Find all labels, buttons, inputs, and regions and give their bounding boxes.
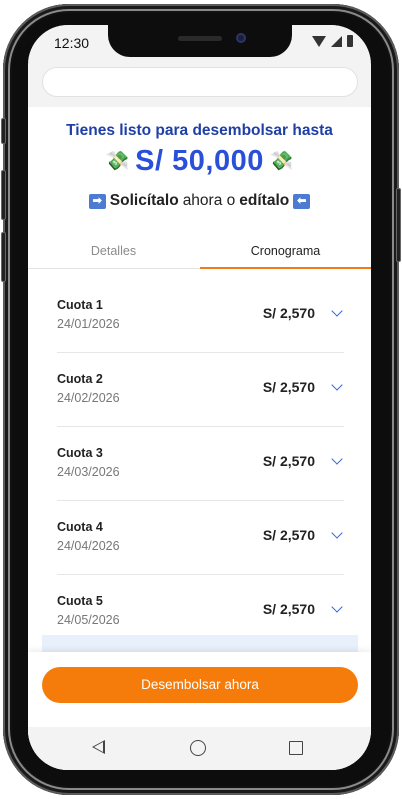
home-icon[interactable]: [190, 740, 206, 756]
speaker: [178, 36, 222, 41]
arrow-right-icon: ➡: [88, 193, 106, 209]
battery-icon: [347, 35, 353, 47]
hero-title: Tienes listo para desembolsar hasta: [66, 122, 333, 139]
chevron-down-icon[interactable]: [331, 527, 343, 539]
quota-name: Cuota 1: [57, 298, 103, 312]
edit-link-text: edítalo: [239, 192, 290, 209]
side-button-volume-down: [1, 232, 6, 282]
disburse-now-button[interactable]: Desembolsar ahora: [42, 667, 358, 703]
front-camera: [236, 33, 246, 43]
hero-subtitle: ➡ Solicítalo ahora o edítalo ⬅: [28, 192, 371, 210]
list-item[interactable]: Cuota 4 24/04/2026 S/ 2,570: [57, 501, 344, 575]
bottom-action-bar: Desembolsar ahora: [28, 652, 371, 727]
loan-amount: S/ 50,000: [135, 145, 264, 177]
quota-date: 24/04/2026: [57, 539, 120, 553]
quota-date: 24/01/2026: [57, 317, 120, 331]
main-content: Tienes listo para desembolsar hasta 💸 S/…: [28, 107, 371, 770]
address-bar[interactable]: [42, 67, 358, 97]
money-wings-icon: 💸: [105, 151, 130, 172]
chevron-down-icon[interactable]: [331, 379, 343, 391]
request-link-text: Solicítalo: [109, 192, 179, 209]
money-wings-icon: 💸: [269, 151, 294, 172]
list-item[interactable]: Cuota 1 24/01/2026 S/ 2,570: [57, 279, 344, 353]
quota-amount: S/ 2,570: [262, 527, 315, 543]
chevron-down-icon[interactable]: [331, 305, 343, 317]
back-icon[interactable]: [92, 740, 105, 754]
list-item[interactable]: Cuota 3 24/03/2026 S/ 2,570: [57, 427, 344, 501]
arrow-left-icon: ⬅: [293, 193, 311, 209]
quota-name: Cuota 3: [57, 446, 103, 460]
quota-amount: S/ 2,570: [262, 305, 315, 321]
quota-name: Cuota 2: [57, 372, 103, 386]
status-time: 12:30: [54, 35, 90, 51]
quota-date: 24/03/2026: [57, 465, 120, 479]
quota-date: 24/02/2026: [57, 391, 120, 405]
quota-date: 24/05/2026: [57, 613, 120, 627]
chevron-down-icon[interactable]: [331, 453, 343, 465]
schedule-list: Cuota 1 24/01/2026 S/ 2,570 Cuota 2 24/0…: [57, 279, 344, 649]
tab-bar: Detalles Cronograma: [28, 231, 371, 269]
status-icons: [312, 35, 353, 47]
hero-amount-row: 💸 S/ 50,000 💸: [28, 145, 371, 178]
quota-name: Cuota 4: [57, 520, 103, 534]
list-item[interactable]: Cuota 2 24/02/2026 S/ 2,570: [57, 353, 344, 427]
android-nav-bar: [28, 727, 371, 770]
side-button-silent: [1, 118, 6, 144]
wifi-icon: [312, 35, 326, 47]
side-button-volume-up: [1, 170, 6, 220]
recent-apps-icon[interactable]: [289, 741, 303, 755]
quota-amount: S/ 2,570: [262, 379, 315, 395]
signal-icon: [331, 35, 342, 47]
chevron-down-icon[interactable]: [331, 601, 343, 613]
quota-amount: S/ 2,570: [262, 453, 315, 469]
notch: [108, 25, 292, 57]
quota-amount: S/ 2,570: [262, 601, 315, 617]
side-button-power: [396, 188, 401, 262]
tab-details[interactable]: Detalles: [28, 231, 199, 269]
phone-screen: 12:30 Tienes listo para desembolsar hast…: [28, 25, 371, 770]
tab-schedule[interactable]: Cronograma: [200, 231, 371, 269]
quota-name: Cuota 5: [57, 594, 103, 608]
subtitle-connector: ahora o: [182, 192, 236, 209]
